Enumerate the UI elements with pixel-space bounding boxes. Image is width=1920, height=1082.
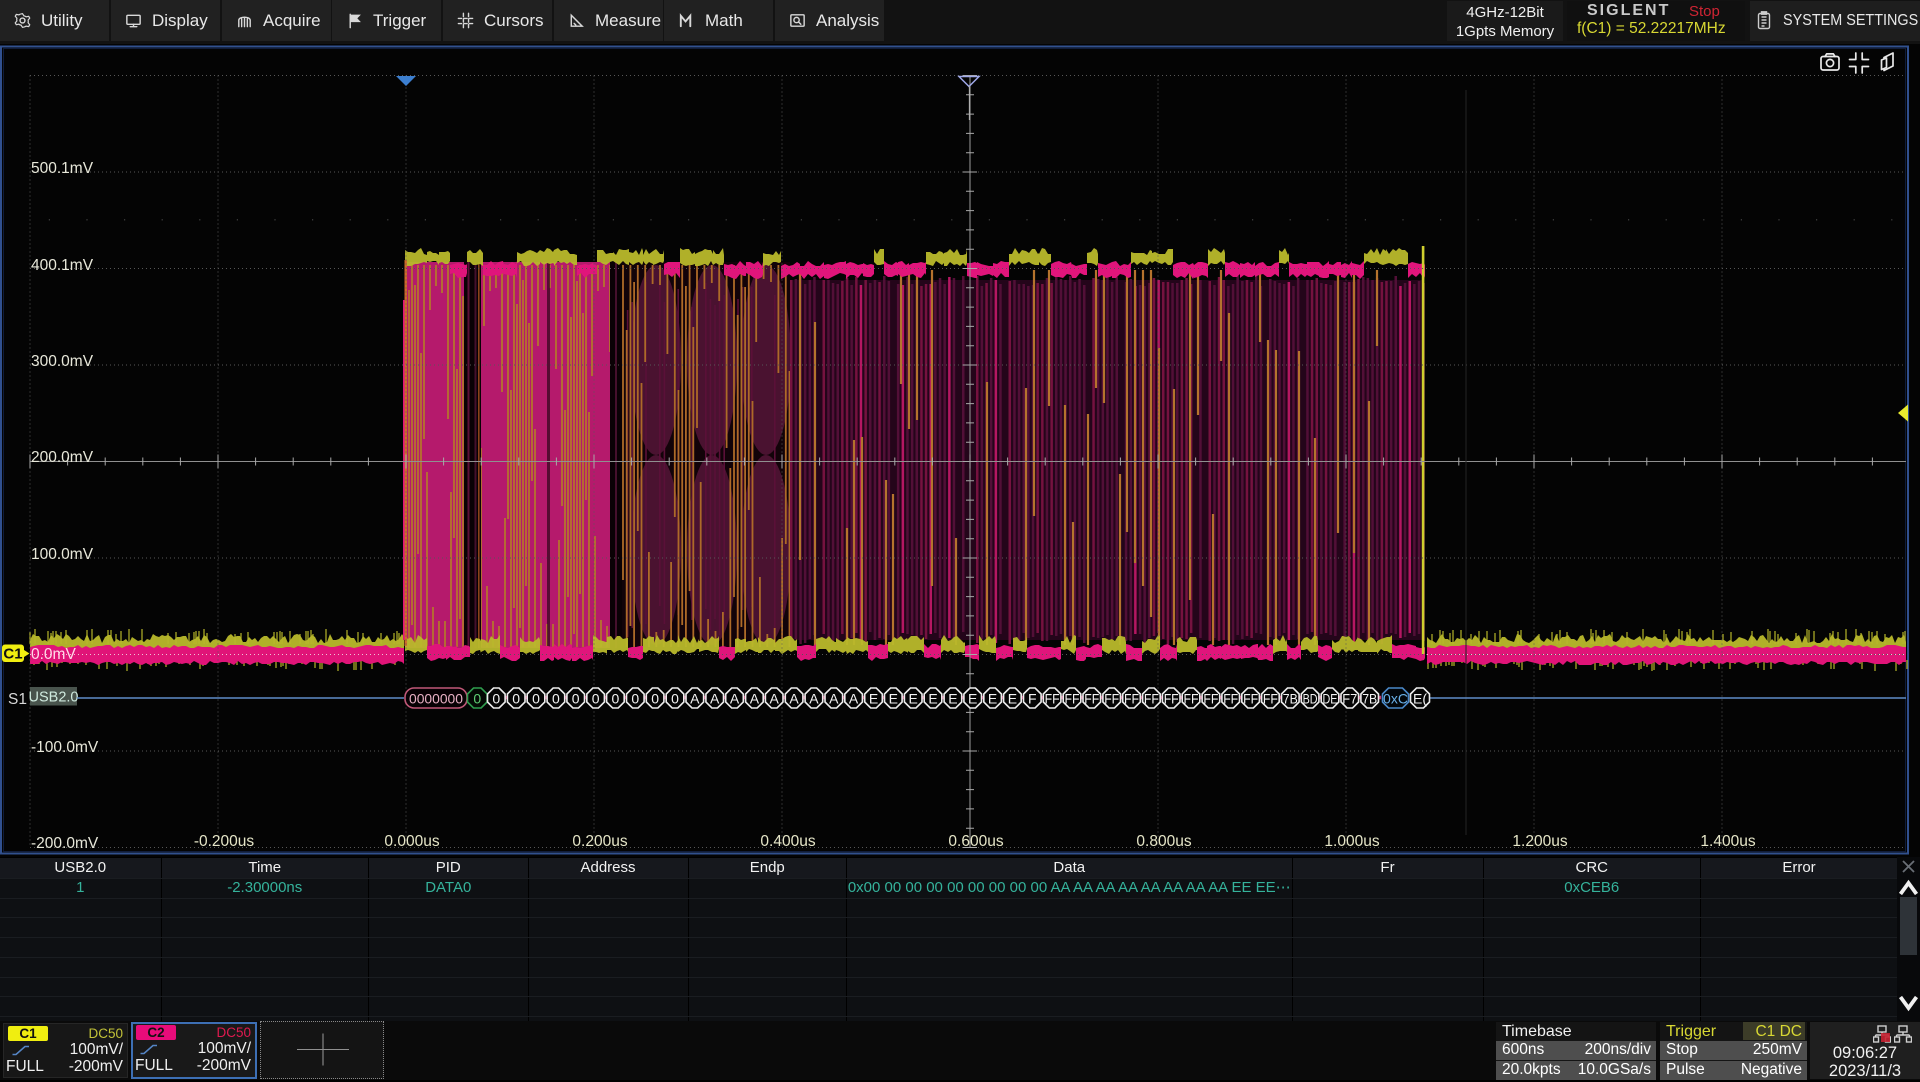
svg-text:FF: FF <box>1104 692 1119 707</box>
svg-text:FF: FF <box>1203 692 1218 707</box>
svg-text:7B: 7B <box>1283 692 1298 707</box>
svg-text:0xC: 0xC <box>1383 691 1408 707</box>
svg-text:F: F <box>1028 691 1037 707</box>
svg-text:500.1mV: 500.1mV <box>31 160 94 177</box>
svg-text:1.000us: 1.000us <box>1324 833 1379 850</box>
svg-text:0.600us: 0.600us <box>948 833 1003 850</box>
svg-text:FF: FF <box>1263 692 1278 707</box>
svg-text:0.800us: 0.800us <box>1136 833 1191 850</box>
svg-text:A: A <box>710 691 720 707</box>
svg-text:C1: C1 <box>3 646 22 663</box>
svg-text:0.400us: 0.400us <box>760 833 815 850</box>
svg-text:0.0mV: 0.0mV <box>31 646 76 663</box>
svg-text:FF: FF <box>1164 692 1179 707</box>
svg-text:A: A <box>730 691 740 707</box>
svg-text:FF: FF <box>1144 692 1159 707</box>
svg-text:7B: 7B <box>1362 692 1377 707</box>
svg-text:A: A <box>789 691 799 707</box>
svg-text:0: 0 <box>631 691 639 707</box>
svg-text:0: 0 <box>552 691 560 707</box>
svg-text:BD: BD <box>1303 692 1318 707</box>
svg-text:A: A <box>750 691 760 707</box>
svg-text:E: E <box>928 691 937 707</box>
svg-text:S1: S1 <box>8 691 27 708</box>
svg-text:A: A <box>690 691 700 707</box>
svg-text:-100.0mV: -100.0mV <box>31 739 99 756</box>
svg-text:0.200us: 0.200us <box>572 833 627 850</box>
svg-text:0: 0 <box>592 691 600 707</box>
svg-text:A: A <box>849 691 859 707</box>
svg-text:DE: DE <box>1323 692 1338 707</box>
svg-text:-200.0mV: -200.0mV <box>31 835 99 852</box>
svg-text:0: 0 <box>671 691 679 707</box>
svg-text:0: 0 <box>572 691 580 707</box>
svg-text:-0.200us: -0.200us <box>194 833 255 850</box>
svg-text:FF: FF <box>1223 692 1238 707</box>
svg-text:0: 0 <box>512 691 520 707</box>
svg-text:E: E <box>889 691 898 707</box>
svg-text:E: E <box>948 691 957 707</box>
svg-text:0: 0 <box>612 691 620 707</box>
svg-text:0: 0 <box>473 691 481 707</box>
svg-text:FF: FF <box>1184 692 1199 707</box>
svg-text:1.200us: 1.200us <box>1512 833 1567 850</box>
svg-text:E: E <box>988 691 997 707</box>
svg-text:0: 0 <box>532 691 540 707</box>
svg-text:E: E <box>869 691 878 707</box>
svg-text:200.0mV: 200.0mV <box>31 449 94 466</box>
svg-text:FF: FF <box>1065 692 1080 707</box>
svg-text:E(: E( <box>1413 691 1427 707</box>
svg-text:400.1mV: 400.1mV <box>31 257 94 274</box>
svg-text:0.000us: 0.000us <box>384 833 439 850</box>
svg-text:USB2.0: USB2.0 <box>29 690 79 706</box>
svg-text:E: E <box>909 691 918 707</box>
svg-text:FF: FF <box>1243 692 1258 707</box>
svg-text:0000000: 0000000 <box>409 691 463 707</box>
svg-text:F7: F7 <box>1342 692 1357 707</box>
svg-text:E: E <box>1008 691 1017 707</box>
svg-text:E: E <box>968 691 977 707</box>
svg-text:0: 0 <box>492 691 500 707</box>
svg-text:A: A <box>770 691 780 707</box>
svg-text:FF: FF <box>1084 692 1099 707</box>
svg-text:A: A <box>809 691 819 707</box>
svg-text:100.0mV: 100.0mV <box>31 546 94 563</box>
svg-text:0: 0 <box>651 691 659 707</box>
svg-text:FF: FF <box>1124 692 1139 707</box>
svg-text:300.0mV: 300.0mV <box>31 353 94 370</box>
svg-text:FF: FF <box>1045 692 1060 707</box>
svg-text:A: A <box>829 691 839 707</box>
svg-text:1.400us: 1.400us <box>1700 833 1755 850</box>
